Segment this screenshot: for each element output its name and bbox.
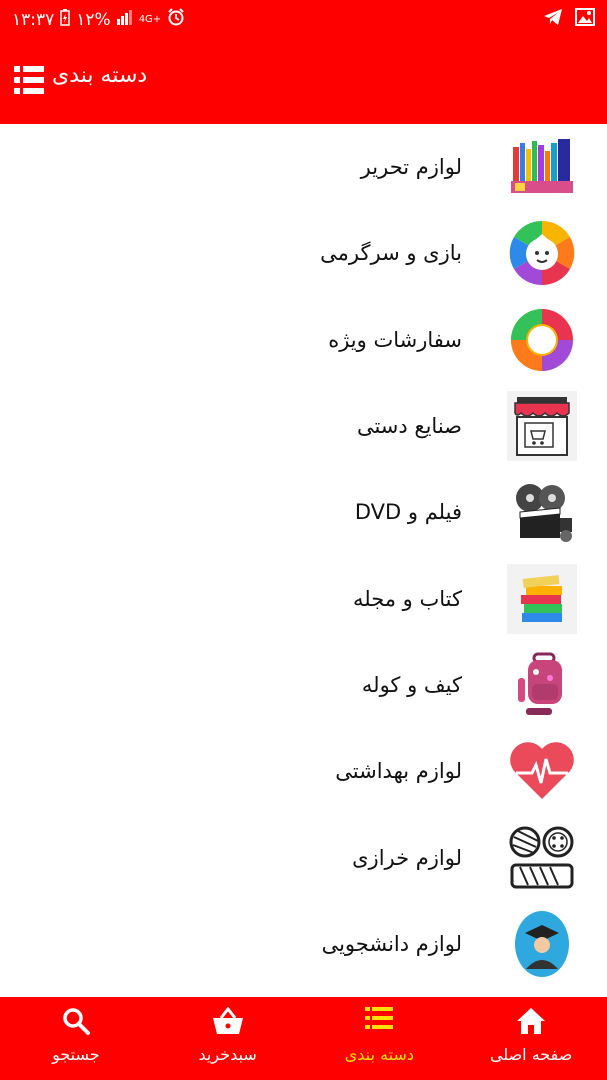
network-type: 4G+ bbox=[138, 14, 162, 25]
category-label: فیلم و DVD bbox=[354, 500, 462, 525]
heart-pulse-icon bbox=[507, 736, 577, 806]
books-icon bbox=[507, 563, 577, 634]
handicraft-shop-icon bbox=[507, 391, 577, 462]
yarn-button-icon bbox=[507, 823, 577, 893]
category-item-hygiene[interactable]: لوازم بهداشتی bbox=[0, 728, 607, 814]
app-bar: دسته بندی bbox=[0, 36, 607, 124]
gallery-icon bbox=[575, 8, 595, 31]
nav-search[interactable]: جستجو bbox=[0, 997, 152, 1080]
status-left: ۱۳:۳۷ ۱۲% 4G+ bbox=[12, 8, 185, 31]
page-title: دسته بندی bbox=[52, 63, 148, 88]
nav-categories[interactable]: دسته بندی bbox=[304, 997, 456, 1080]
category-label: سفارشات ویژه bbox=[328, 327, 462, 352]
category-label: بازی و سرگرمی bbox=[320, 241, 462, 266]
special-order-icon bbox=[507, 305, 577, 375]
status-right bbox=[543, 8, 595, 31]
search-icon bbox=[62, 1007, 90, 1039]
nav-label: جستجو bbox=[52, 1045, 100, 1064]
category-item-handicrafts[interactable]: صنایع دستی bbox=[0, 383, 607, 469]
category-item-film-dvd[interactable]: فیلم و DVD bbox=[0, 469, 607, 555]
battery-icon bbox=[60, 8, 71, 31]
category-item-student[interactable]: لوازم دانشجویی bbox=[0, 901, 607, 987]
film-reel-icon bbox=[507, 477, 577, 547]
category-item-haberdashery[interactable]: لوازم خرازی bbox=[0, 814, 607, 900]
category-item-games[interactable]: بازی و سرگرمی bbox=[0, 210, 607, 296]
category-label: لوازم بهداشتی bbox=[335, 759, 462, 784]
basket-icon bbox=[212, 1006, 244, 1039]
signal-icon bbox=[116, 9, 133, 30]
category-list: لوازم تحریر بازی و سرگرمی سفارشات ویژه ص… bbox=[0, 124, 607, 987]
nav-label: دسته بندی bbox=[344, 1045, 414, 1064]
category-item-special-orders[interactable]: سفارشات ویژه bbox=[0, 297, 607, 383]
backpack-icon bbox=[507, 650, 577, 720]
graduate-icon bbox=[507, 909, 577, 979]
home-icon bbox=[516, 1007, 546, 1039]
category-label: لوازم خرازی bbox=[352, 845, 462, 870]
category-item-stationery[interactable]: لوازم تحریر bbox=[0, 124, 607, 210]
category-item-books[interactable]: کتاب و مجله bbox=[0, 555, 607, 641]
alarm-icon bbox=[167, 8, 185, 31]
status-time: ۱۳:۳۷ bbox=[12, 9, 55, 30]
bottom-navigation: جستجو سبدخرید دسته بندی صفحه اصلی bbox=[0, 997, 607, 1080]
nav-label: صفحه اصلی bbox=[489, 1045, 573, 1064]
list-menu-icon[interactable] bbox=[14, 65, 44, 99]
telegram-icon bbox=[543, 8, 563, 31]
category-label: صنایع دستی bbox=[356, 414, 462, 439]
game-icon bbox=[507, 218, 577, 288]
nav-home[interactable]: صفحه اصلی bbox=[455, 997, 607, 1080]
category-item-bags[interactable]: کیف و کوله bbox=[0, 642, 607, 728]
nav-cart[interactable]: سبدخرید bbox=[152, 997, 304, 1080]
battery-percent: ۱۲% bbox=[76, 9, 111, 30]
list-icon bbox=[365, 1007, 394, 1033]
category-label: کیف و کوله bbox=[361, 672, 462, 697]
category-label: کتاب و مجله bbox=[352, 586, 462, 611]
status-bar: ۱۳:۳۷ ۱۲% 4G+ bbox=[0, 0, 607, 36]
nav-label: سبدخرید bbox=[198, 1045, 257, 1064]
category-label: لوازم دانشجویی bbox=[321, 931, 462, 956]
stationery-icon bbox=[507, 132, 577, 202]
category-label: لوازم تحریر bbox=[360, 155, 462, 180]
